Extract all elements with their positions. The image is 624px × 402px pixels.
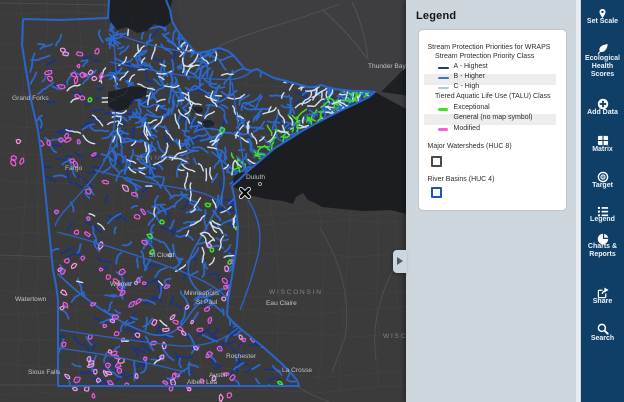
- svg-text:Fargo: Fargo: [65, 165, 83, 172]
- svg-text:Grand Forks: Grand Forks: [12, 95, 49, 102]
- svg-text:Minneapolis: Minneapolis: [184, 290, 220, 297]
- svg-text:Sioux Falls: Sioux Falls: [28, 369, 61, 376]
- svg-text:Eau Claire: Eau Claire: [266, 300, 297, 307]
- svg-text:W I S C O N S I N: W I S C O N S I N: [269, 289, 321, 296]
- svg-text:Duluth: Duluth: [246, 174, 265, 181]
- svg-text:La Crosse: La Crosse: [282, 367, 312, 374]
- svg-text:Thunder Bay: Thunder Bay: [368, 63, 406, 70]
- svg-text:M I N N E S O T A: M I N N E S O T A: [137, 155, 190, 162]
- svg-text:Watertown: Watertown: [15, 296, 47, 303]
- svg-text:St Cloud: St Cloud: [149, 252, 175, 259]
- svg-text:Willmar: Willmar: [110, 281, 133, 288]
- svg-text:St Paul: St Paul: [196, 299, 218, 306]
- svg-text:Rochester: Rochester: [226, 353, 257, 360]
- svg-text:Austin: Austin: [209, 372, 228, 379]
- svg-text:Albert Lea: Albert Lea: [187, 379, 217, 386]
